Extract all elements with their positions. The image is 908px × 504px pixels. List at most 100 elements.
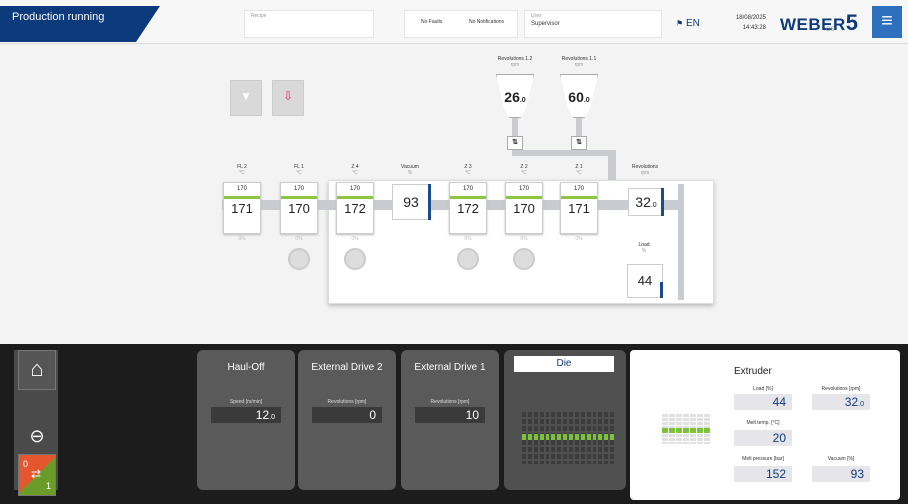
zone-output: 0% [575,236,583,242]
feeder-button-1[interactable]: ▼ [230,80,262,116]
ext-melt-temp-value: 20 [734,430,792,446]
vacuum-label: Vacuum% [392,164,428,176]
zone-status-bar [337,196,373,199]
zone-tile-fl1[interactable]: 170 170 [280,182,318,234]
recipe-label: Recipe [251,13,267,19]
hopper-12[interactable]: 26.0 [496,74,534,118]
zone-output: 0% [295,236,303,242]
time-text: 14:43:28 [742,25,766,31]
link-button[interactable]: ⊖ [18,416,56,456]
recipe-box[interactable]: Recipe [244,10,374,38]
zone-actual: 172 [457,201,479,216]
hopper-11-unit: rpm [574,62,584,68]
feeder-button-2[interactable]: ⇩ [272,80,304,116]
extruder-scheme: ▼ ⇩ Revolutions 1.2 rpm Revolutions 1.1 rp… [0,44,908,344]
home-button[interactable]: ⌂ [18,350,56,390]
zone-unit: °C [576,170,582,176]
panel-title: External Drive 1 [414,362,486,373]
die-zone-bars [522,412,614,464]
mode-switch-button[interactable]: 0 ⇄ 1 [18,454,56,496]
load-label: Load% [626,242,662,254]
zone-label: Z 1 °C [561,164,597,176]
panel-value: 10 [465,408,479,422]
faults-status: No Faults [421,19,443,25]
ext-melt-pressure-value: 152 [734,466,792,482]
zone-output: 0% [520,236,528,242]
fan-icon[interactable] [344,248,366,270]
zone-unit: °C [239,170,245,176]
fan-icon[interactable] [513,248,535,270]
zone-tile-z1[interactable]: 170 171 [560,182,598,234]
zone-unit: °C [521,170,527,176]
zone-status-bar [561,196,597,199]
vacuum-value: 93 [403,194,419,210]
external-drive-1-panel[interactable]: External Drive 1 Revolutions [rpm] 10 [401,350,499,490]
flag-icon: ⚑ [676,19,684,28]
pipe [512,118,518,138]
zone-tile-z2[interactable]: 170 170 [505,182,543,234]
die-panel[interactable]: Die [504,350,626,490]
revolutions-unit: rpm [640,170,650,176]
panel-field-value: 10 [415,407,485,423]
link-icon: ⊖ [29,426,45,446]
revolutions-level-bar [661,188,664,216]
zone-status-bar [506,196,542,199]
revolutions-tile[interactable]: 32.0 [628,188,664,216]
zone-tile-z3[interactable]: 170 172 [449,182,487,234]
menu-icon: ≡ [881,10,893,32]
zone-status-bar [224,196,260,199]
hopper-11-dec: .0 [583,97,590,104]
zone-label: Z 2 °C [506,164,542,176]
zone-actual: 172 [344,201,366,216]
fan-icon[interactable] [457,248,479,270]
extruder-panel[interactable]: Extruder Load [%] 44 Revolutions [rpm] 3… [630,350,900,500]
logo-os: OS [826,27,835,33]
zone-setpoint: 170 [293,186,304,192]
zone-setpoint: 170 [518,186,529,192]
extruder-zone-bars [662,414,710,444]
status-box[interactable]: No Faults No Notifications [404,10,518,38]
panel-field-value: 12.0 [211,407,281,423]
vacuum-unit: % [407,170,413,176]
language-selector[interactable]: ⚑ EN [676,18,700,29]
panel-value-dec: .0 [269,414,275,421]
zone-status-bar [450,196,486,199]
mode-zero: 0 [23,459,29,469]
zone-tile-fl2[interactable]: 170 171 [223,182,261,234]
panel-value: 12 [255,408,270,422]
ext-rev-value: 32 [844,395,859,409]
zone-setpoint: 170 [349,186,360,192]
haul-off-panel[interactable]: Haul-Off Speed [m/min] 12.0 [197,350,295,490]
load-tile[interactable]: 44 [627,264,663,298]
zone-unit: °C [465,170,471,176]
zone-actual: 171 [568,201,590,216]
panel-value: 0 [369,408,376,422]
vacuum-tile[interactable]: 93 [392,184,430,220]
mode-switch-icon: ⇄ [31,467,42,481]
menu-button[interactable]: ≡ [872,6,902,38]
pipe [512,150,616,156]
zone-tile-z4[interactable]: 170 172 [336,182,374,234]
feed-valve-11[interactable]: ⇅ [571,136,587,150]
heater-feed-icon: ⇩ [282,89,294,103]
hopper-11[interactable]: 60.0 [560,74,598,118]
logo-number: 5 [845,10,859,35]
header-bar: Production running Recipe No Faults No N… [0,0,908,44]
load-level-bar [660,282,663,298]
feeder-icon: ▼ [240,89,252,103]
external-drive-2-panel[interactable]: External Drive 2 Revolutions [rpm] 0 [298,350,396,490]
hopper-11-value: 60 [568,89,584,105]
revolutions-label: Revolutions rpm [622,164,668,176]
hopper-12-unit: rpm [510,62,520,68]
vacuum-level-bar [428,184,431,220]
user-box[interactable]: User Supervisor [524,10,662,38]
hopper-label-12: Revolutions 1.2 rpm [488,56,542,68]
zone-label: Z 3 °C [450,164,486,176]
feed-valve-12[interactable]: ⇅ [507,136,523,150]
production-state: Production running [0,6,160,42]
panel-title: Haul-Off [227,362,265,373]
die-button[interactable]: Die [514,356,614,372]
zone-label: Z 4 °C [337,164,373,176]
fan-icon[interactable] [288,248,310,270]
recipe-value [245,19,373,21]
